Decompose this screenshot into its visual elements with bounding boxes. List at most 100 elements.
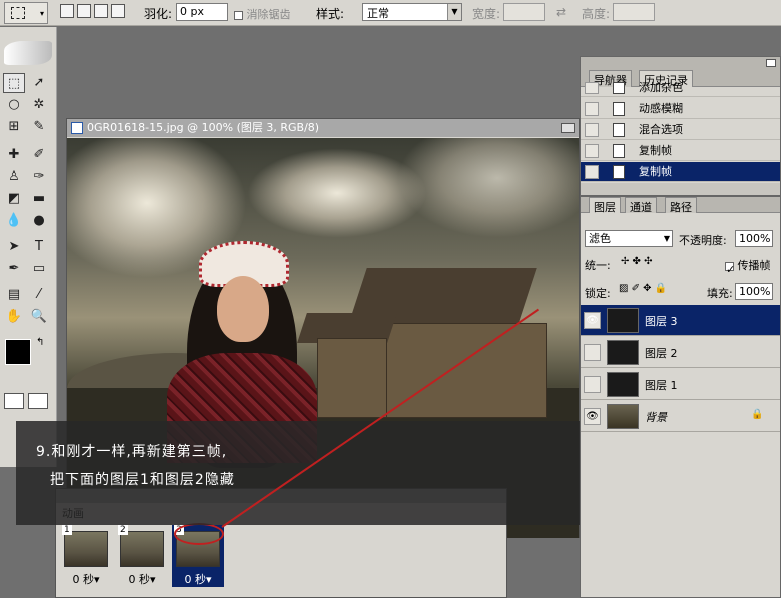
- frame-thumbnail: [120, 531, 164, 567]
- frame-delay[interactable]: 0 秒▾: [60, 571, 112, 587]
- propagate-checkbox[interactable]: ✓: [725, 261, 735, 276]
- chevron-down-icon: ▼: [663, 234, 670, 243]
- fill-label: 填充:: [707, 287, 733, 300]
- history-item-selected[interactable]: 复制帧: [581, 162, 780, 182]
- path-select-icon[interactable]: ➤: [3, 237, 25, 257]
- history-brush-icon[interactable]: ✑: [28, 167, 50, 187]
- layer-row[interactable]: 图层 1: [581, 369, 780, 400]
- fill-input[interactable]: 100%: [735, 283, 773, 300]
- intersect-selection-icon[interactable]: [111, 4, 125, 18]
- notes-tool-icon[interactable]: ▤: [3, 285, 25, 305]
- layer-thumbnail: [607, 308, 639, 333]
- eraser-tool-icon[interactable]: ◩: [3, 189, 25, 209]
- layer-thumbnail: [607, 340, 639, 365]
- shape-tool-icon[interactable]: ▭: [28, 259, 50, 279]
- image-window-title[interactable]: 0GR01618-15.jpg @ 100% (图层 3, RGB/8): [67, 119, 579, 137]
- add-selection-icon[interactable]: [77, 4, 91, 18]
- opacity-input[interactable]: 100%: [735, 230, 773, 247]
- caption-line-1: 9.和刚才一样,再新建第三帧,: [36, 444, 228, 460]
- style-select[interactable]: 正常 ▼: [362, 3, 462, 21]
- hand-tool-icon[interactable]: ✋: [3, 307, 25, 327]
- slice-tool-icon[interactable]: ✎: [28, 117, 50, 137]
- dodge-tool-icon[interactable]: ●: [28, 211, 50, 231]
- frame-delay[interactable]: 0 秒▾: [116, 571, 168, 587]
- visibility-box[interactable]: [584, 376, 601, 393]
- propagate-label: 传播帧: [737, 259, 771, 272]
- pen-tool-icon[interactable]: ✒: [3, 259, 25, 279]
- propagate-option[interactable]: ✓ 传播帧: [725, 257, 771, 276]
- selection-mode-group: [60, 4, 128, 21]
- layers-panel-tabs: 图层 通道 路径: [581, 197, 780, 214]
- marquee-icon: [11, 7, 25, 19]
- brush-tool-icon[interactable]: ✐: [28, 145, 50, 165]
- visibility-box[interactable]: [584, 344, 601, 361]
- feather-label: 羽化:: [144, 7, 173, 21]
- history-item[interactable]: 添加杂色: [581, 81, 780, 97]
- width-input[interactable]: [503, 3, 545, 21]
- width-label: 宽度:: [472, 7, 501, 21]
- style-value: 正常: [367, 7, 389, 20]
- layer-row[interactable]: 👁 背景 🔒: [581, 401, 780, 432]
- eye-icon[interactable]: 👁: [584, 408, 601, 425]
- move-tool-icon[interactable]: ➚: [28, 73, 50, 93]
- layers-panel: 图层 通道 路径 滤色 ▼ 不透明度: 100% 统一: ✢ ✤ ✣ ✓ 传播帧…: [580, 196, 781, 598]
- blur-tool-icon[interactable]: 💧: [3, 211, 25, 231]
- history-item-label: 添加杂色: [639, 81, 683, 94]
- foreground-color-swatch[interactable]: [5, 339, 31, 365]
- minimize-icon[interactable]: [561, 123, 575, 133]
- history-state-box: [585, 165, 599, 179]
- new-selection-icon[interactable]: [60, 4, 74, 18]
- style-label: 样式:: [316, 7, 345, 21]
- lock-icons[interactable]: ▨ ✐ ✥ 🔒: [619, 283, 667, 294]
- document-icon: [71, 122, 83, 134]
- history-item[interactable]: 动感模糊: [581, 99, 780, 119]
- history-item-label: 复制帧: [639, 165, 672, 178]
- quick-mask-icon[interactable]: [28, 393, 48, 409]
- animation-frame[interactable]: 1 0 秒▾: [60, 525, 112, 587]
- lock-icon: 🔒: [751, 409, 764, 420]
- document-title: 0GR01618-15.jpg @ 100% (图层 3, RGB/8): [87, 121, 320, 134]
- unify-icons[interactable]: ✢ ✤ ✣: [621, 256, 653, 267]
- lasso-tool-icon[interactable]: ○: [3, 95, 25, 115]
- height-input[interactable]: [613, 3, 655, 21]
- tool-preset-picker[interactable]: ▾: [4, 2, 48, 24]
- feather-input[interactable]: 0 px: [176, 3, 228, 21]
- frame-delay[interactable]: 0 秒▾: [172, 571, 224, 587]
- chevron-down-icon: ▾: [39, 9, 44, 18]
- history-state-box: [585, 123, 599, 137]
- marquee-tool-icon[interactable]: ⬚: [3, 73, 25, 93]
- layer-thumbnail: [607, 404, 639, 429]
- layer-name: 图层 3: [645, 315, 678, 328]
- document-icon: [613, 82, 625, 94]
- gradient-tool-icon[interactable]: ▬: [28, 189, 50, 209]
- eyedropper-icon[interactable]: ⁄: [28, 285, 50, 305]
- clone-stamp-icon[interactable]: ♙: [3, 167, 25, 187]
- subtract-selection-icon[interactable]: [94, 4, 108, 18]
- caption-line-2: 把下面的图层1和图层2隐藏: [50, 472, 235, 488]
- history-item[interactable]: 混合选项: [581, 120, 780, 140]
- crop-tool-icon[interactable]: ⊞: [3, 117, 25, 137]
- history-state-box: [585, 82, 599, 94]
- panel-minimize-icon[interactable]: [766, 59, 776, 67]
- tab-paths[interactable]: 路径: [665, 197, 697, 214]
- tab-layers[interactable]: 图层: [589, 197, 621, 214]
- animation-frame[interactable]: 2 0 秒▾: [116, 525, 168, 587]
- swap-colors-icon[interactable]: ↰: [36, 337, 44, 348]
- options-bar: ▾ 羽化: 0 px 消除锯齿 样式: 正常 ▼ 宽度: ⇄ 高度:: [0, 0, 781, 26]
- type-tool-icon[interactable]: T: [28, 237, 50, 257]
- magic-wand-icon[interactable]: ✲: [28, 95, 50, 115]
- zoom-tool-icon[interactable]: 🔍: [28, 307, 50, 327]
- healing-brush-icon[interactable]: ✚: [3, 145, 25, 165]
- antialias-checkbox[interactable]: [234, 10, 243, 20]
- standard-mode-icon[interactable]: [4, 393, 24, 409]
- history-item-label: 混合选项: [639, 123, 683, 136]
- eye-icon[interactable]: 👁: [584, 312, 601, 329]
- layer-row[interactable]: 图层 2: [581, 337, 780, 368]
- antialias-option[interactable]: 消除锯齿: [234, 6, 291, 22]
- blend-mode-select[interactable]: 滤色 ▼: [585, 230, 673, 247]
- swap-icon[interactable]: ⇄: [556, 5, 566, 19]
- tab-channels[interactable]: 通道: [625, 197, 657, 214]
- layer-row-selected[interactable]: 👁 图层 3: [581, 305, 780, 336]
- layer-name: 背景: [645, 411, 667, 424]
- history-item[interactable]: 复制帧: [581, 141, 780, 161]
